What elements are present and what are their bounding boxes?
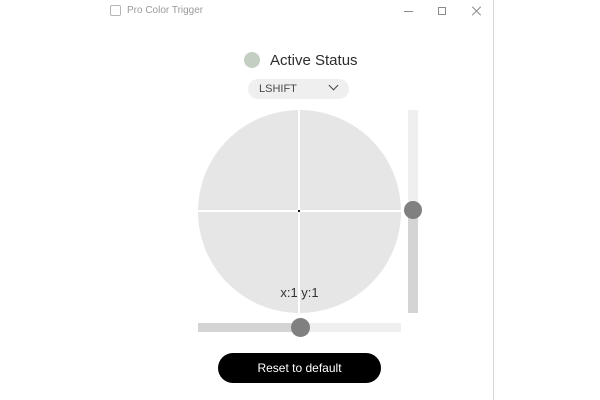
status-label: Active Status [270, 51, 358, 69]
status-indicator-icon [244, 52, 260, 68]
key-select-dropdown[interactable]: LSHIFT [248, 79, 349, 99]
vertical-slider-thumb[interactable] [404, 201, 422, 219]
key-select-value: LSHIFT [259, 83, 297, 95]
close-icon [472, 6, 482, 16]
close-button[interactable] [459, 0, 495, 22]
title-bar[interactable]: Pro Color Trigger [0, 0, 494, 24]
minimize-icon [403, 10, 413, 12]
app-icon [110, 5, 121, 16]
horizontal-slider[interactable] [198, 318, 401, 337]
pad-center-marker [298, 210, 300, 212]
minimize-button[interactable] [390, 0, 426, 22]
horizontal-slider-track-filled [198, 323, 300, 332]
maximize-icon [438, 7, 446, 15]
vertical-slider-track-upper [408, 110, 418, 210]
coords-readout: x:1 y:1 [280, 285, 319, 300]
horizontal-slider-track-empty [300, 323, 401, 332]
chevron-down-icon [328, 80, 339, 91]
horizontal-slider-thumb[interactable] [291, 318, 310, 337]
xy-pad[interactable] [198, 110, 401, 313]
app-window: Pro Color Trigger Active Status LSHIFT x… [0, 0, 494, 400]
reset-button[interactable]: Reset to default [218, 353, 381, 383]
window-title: Pro Color Trigger [127, 5, 204, 16]
maximize-button[interactable] [424, 0, 460, 22]
vertical-slider[interactable] [404, 110, 422, 313]
vertical-slider-track-lower [408, 210, 418, 313]
active-status: Active Status [244, 49, 358, 71]
